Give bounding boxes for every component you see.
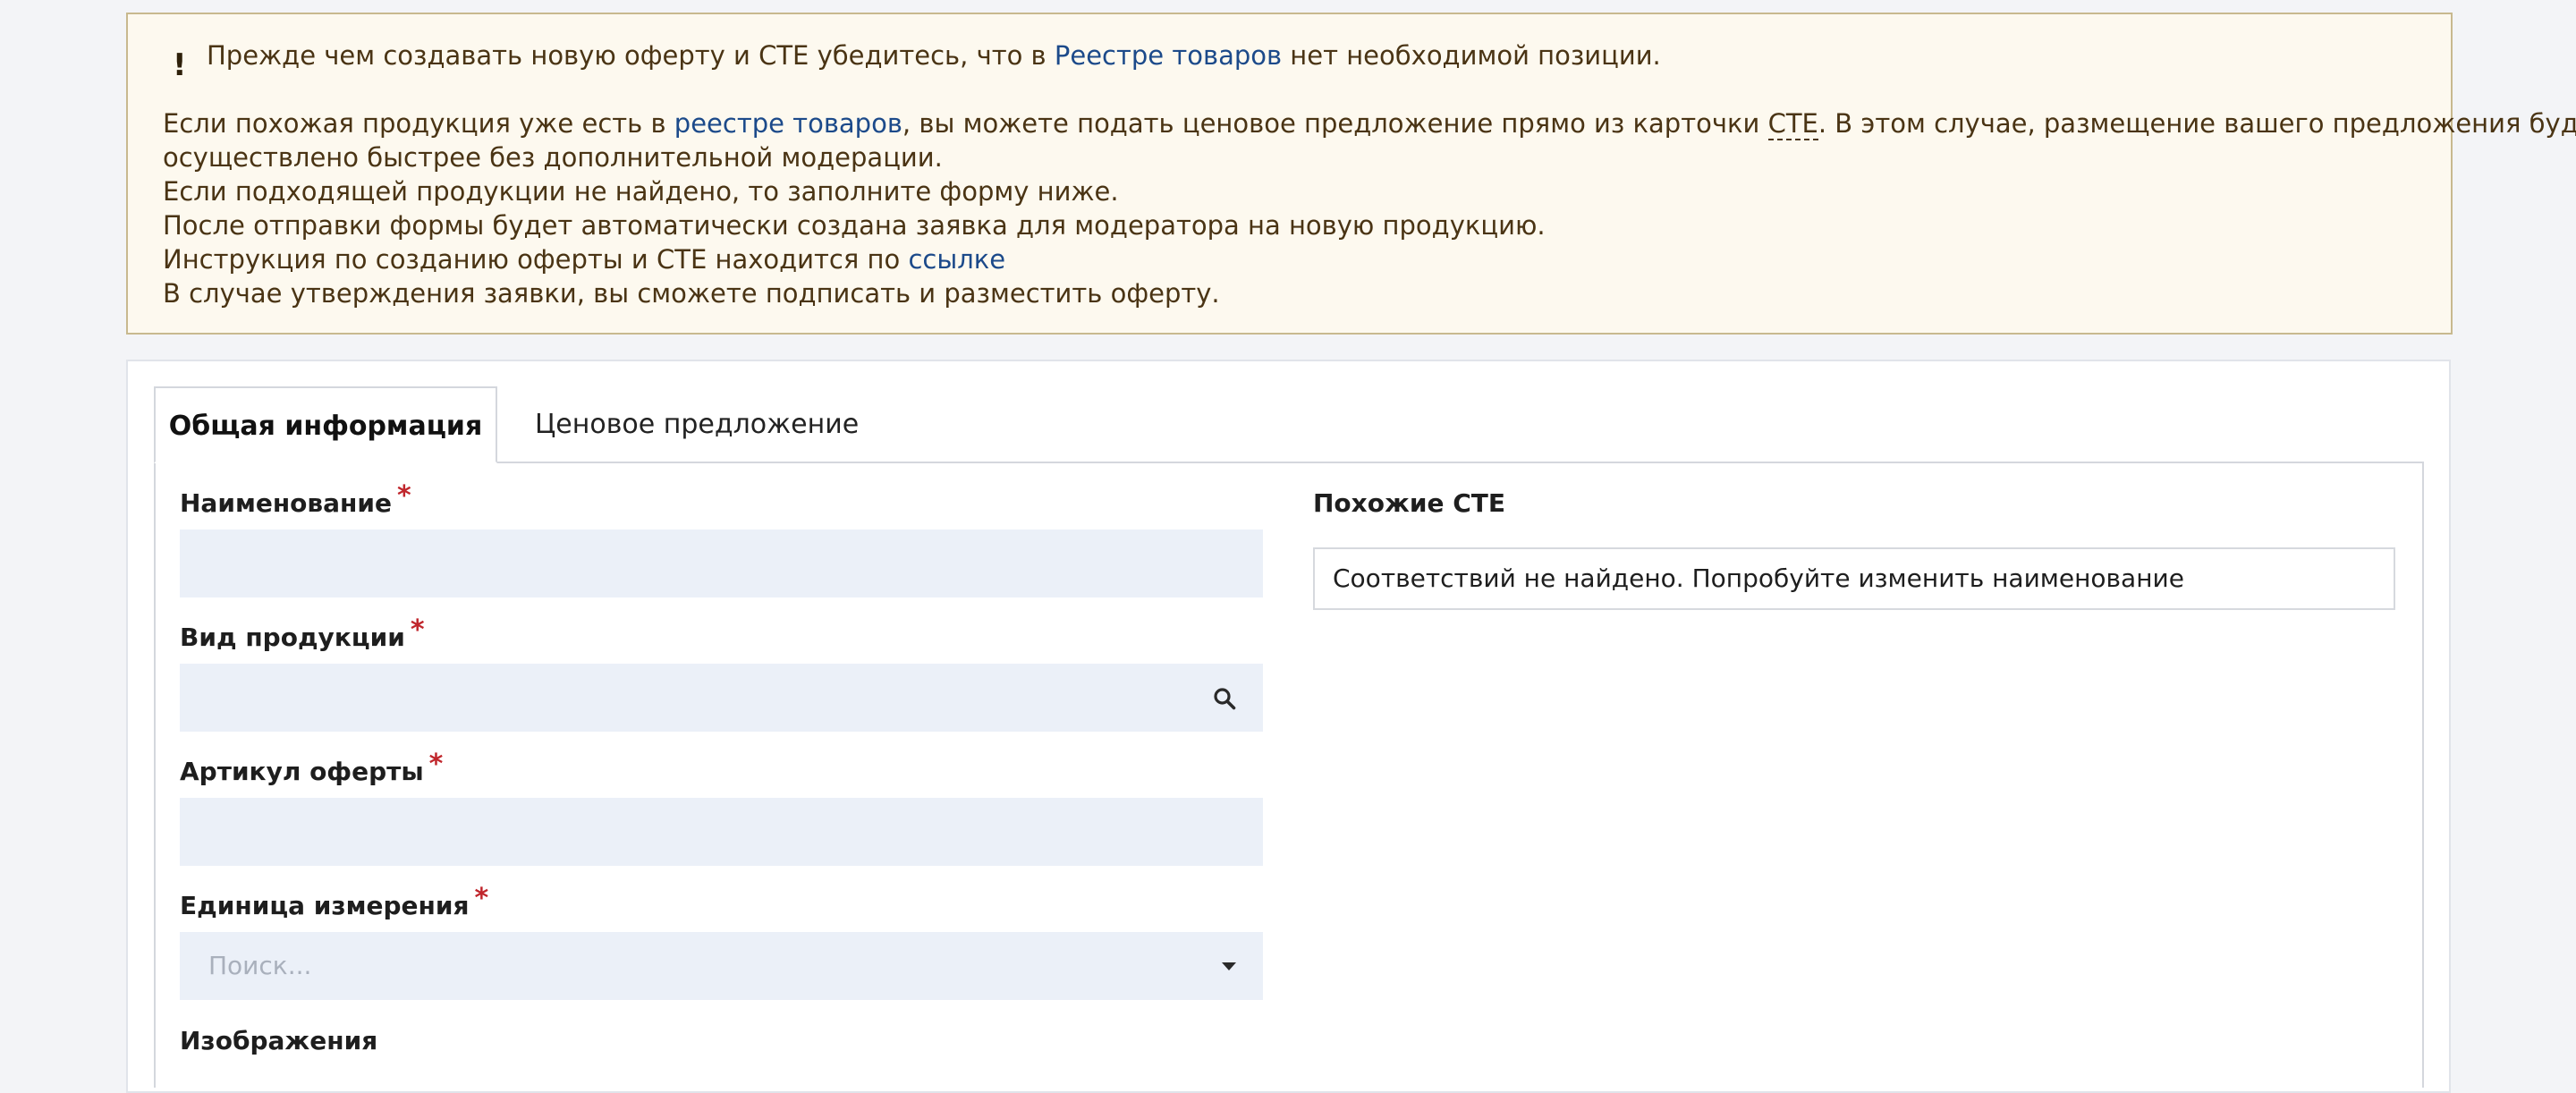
notice-text: Прежде чем создавать новую оферту и СТЕ … — [207, 40, 1055, 71]
article-label-text: Артикул оферты — [180, 757, 424, 786]
page: ! Прежде чем создавать новую оферту и СТ… — [0, 0, 2576, 1093]
product-type-field[interactable] — [180, 664, 1263, 732]
tab-price-offer[interactable]: Ценовое предложение — [535, 386, 859, 463]
notice-text: Инструкция по созданию оферты и СТЕ нахо… — [163, 244, 909, 275]
images-label: Изображения — [180, 1026, 378, 1055]
article-input[interactable] — [180, 798, 1263, 866]
search-icon[interactable] — [1213, 687, 1236, 710]
similar-ste-title: Похожие СТЕ — [1313, 488, 1505, 518]
article-label: Артикул оферты * — [180, 749, 443, 788]
unit-label-text: Единица измерения — [180, 891, 470, 920]
notice-line-2: Если похожая продукция уже есть в реестр… — [163, 106, 2576, 140]
similar-ste-result: Соответствий не найдено. Попробуйте изме… — [1313, 547, 2395, 610]
notice-line-4: Если подходящей продукции не найдено, то… — [163, 176, 1119, 207]
notice-line-7: В случае утверждения заявки, вы сможете … — [163, 278, 1220, 309]
ste-abbreviation[interactable]: СТЕ — [1767, 108, 1818, 140]
product-registry-inline-link[interactable]: реестре товаров — [674, 108, 902, 139]
name-label: Наименование * — [180, 480, 411, 520]
notice-text: Если похожая продукция уже есть в — [163, 108, 674, 139]
product-type-label-text: Вид продукции — [180, 623, 405, 652]
notice-text: , вы можете подать ценовое предложение п… — [902, 108, 1768, 139]
notice-line-3: осуществлено быстрее без дополнительной … — [163, 142, 943, 173]
notice-line-6: Инструкция по созданию оферты и СТЕ нахо… — [163, 242, 1005, 276]
required-mark: * — [474, 883, 489, 914]
name-field[interactable] — [180, 530, 1263, 597]
instruction-link[interactable]: ссылке — [908, 244, 1005, 275]
article-field[interactable] — [180, 798, 1263, 866]
required-mark: * — [396, 480, 411, 512]
tab-general-info[interactable]: Общая информация — [154, 386, 497, 463]
notice-text: нет необходимой позиции. — [1282, 40, 1661, 71]
product-type-label: Вид продукции * — [180, 614, 425, 654]
notice-text: . В этом случае, размещение вашего предл… — [1818, 108, 2576, 139]
required-mark: * — [428, 749, 444, 780]
exclamation-icon: ! — [173, 47, 187, 83]
panel-border-left — [154, 462, 156, 1088]
product-type-input[interactable] — [180, 664, 1263, 732]
name-input[interactable] — [180, 530, 1263, 597]
notice-line-1: Прежде чем создавать новую оферту и СТЕ … — [207, 38, 1661, 72]
notice-line-5: После отправки формы будет автоматически… — [163, 210, 1546, 241]
chevron-down-icon[interactable] — [1222, 962, 1236, 970]
info-notice: ! Прежде чем создавать новую оферту и СТ… — [126, 13, 2576, 335]
required-mark: * — [410, 614, 425, 646]
product-registry-link[interactable]: Реестре товаров — [1055, 40, 1282, 71]
name-label-text: Наименование — [180, 488, 392, 518]
panel-border-right — [2422, 462, 2424, 1088]
unit-select-placeholder: Поиск... — [208, 951, 312, 980]
unit-select[interactable]: Поиск... — [180, 932, 1263, 1000]
unit-label: Единица измерения * — [180, 883, 488, 922]
